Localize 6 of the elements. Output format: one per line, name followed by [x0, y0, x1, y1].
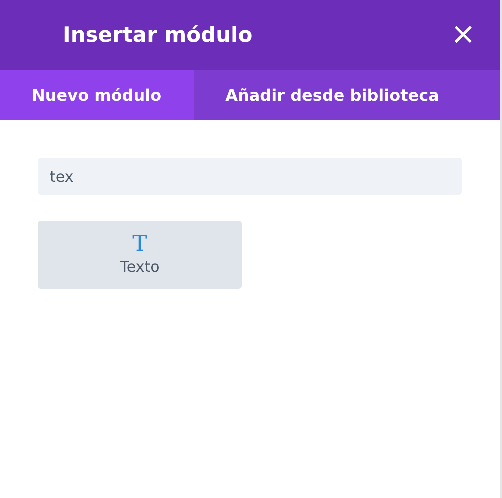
modal-title: Insertar módulo: [63, 23, 253, 47]
tab[interactable]: Nuevo módulo: [0, 70, 194, 120]
tab[interactable]: Añadir desde biblioteca: [194, 70, 472, 120]
module-button[interactable]: T Texto: [38, 221, 242, 289]
search-field[interactable]: tex: [38, 158, 462, 195]
close-button[interactable]: ×: [450, 20, 476, 50]
